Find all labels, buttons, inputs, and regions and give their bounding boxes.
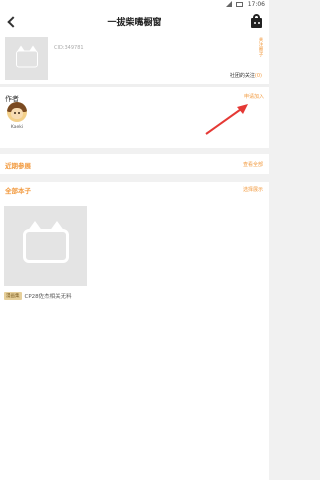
cat-placeholder-icon — [15, 45, 38, 67]
signal-icon — [226, 1, 232, 7]
recent-exhibitions-bar: 近期参展 查看全部 — [0, 154, 269, 174]
cat-placeholder-icon — [22, 221, 69, 263]
status-time: 17:06 — [247, 1, 265, 8]
author-name: Kaeki — [10, 125, 24, 130]
circle-id: CID:349781 — [54, 45, 84, 51]
annotation-arrow-icon — [205, 104, 248, 135]
book-item[interactable]: 漫画集 CP28佐杰相关无料 — [4, 292, 72, 300]
choose-display-button[interactable]: 选择展示 — [243, 186, 263, 193]
recent-title: 近期参展 — [5, 162, 31, 170]
author-avatar[interactable] — [7, 102, 27, 122]
follower-count: 社团的关注(0) — [230, 72, 262, 79]
battery-icon — [236, 2, 243, 7]
follower-label: 社团的关注 — [229, 73, 255, 79]
circle-profile: CID:349781 关注圈子 社团的关注(0) — [0, 35, 269, 84]
page-title: 一拔柴嘴橱窗 — [107, 18, 162, 28]
books-title: 全部本子 — [5, 187, 31, 195]
all-books-bar: 全部本子 选择展示 — [0, 182, 269, 196]
status-bar: 17:06 — [0, 0, 269, 9]
book-title: CP28佐杰相关无料 — [24, 294, 72, 300]
view-all-button[interactable]: 查看全部 — [243, 161, 263, 168]
book-cover-image[interactable] — [4, 206, 87, 286]
app-header: 一拔柴嘴橱窗 — [0, 9, 269, 35]
book-type-badge: 漫画集 — [4, 292, 22, 300]
follow-button[interactable]: 关注圈子 — [257, 38, 265, 58]
books-list: 漫画集 CP28佐杰相关无料 — [0, 196, 269, 480]
circle-cover-image — [5, 37, 48, 80]
apply-join-button[interactable]: 申请加入 — [244, 93, 264, 100]
shop-bag-icon[interactable] — [250, 14, 263, 29]
follower-number: (0) — [254, 73, 262, 79]
